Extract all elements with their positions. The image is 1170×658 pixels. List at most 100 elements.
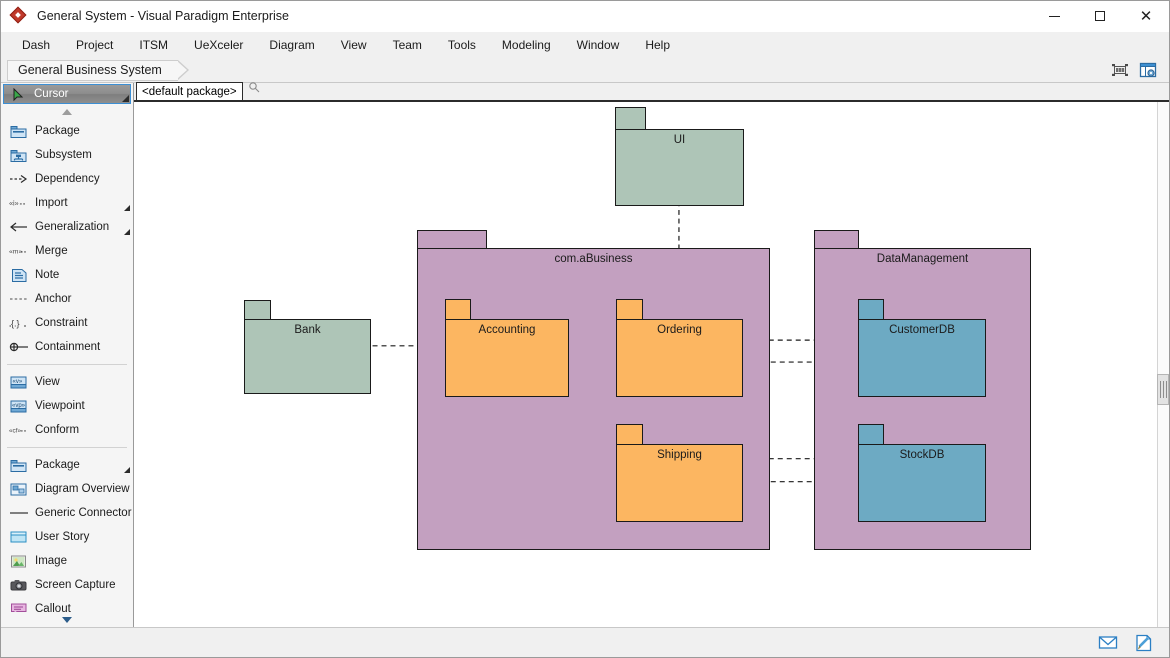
package-bank[interactable]: Bank: [244, 300, 371, 394]
palette-item-screen-capture[interactable]: Screen Capture: [1, 573, 133, 597]
minimize-button[interactable]: [1031, 1, 1077, 32]
palette-item-viewpoint[interactable]: «vp» Viewpoint: [1, 394, 133, 418]
menu-item-window[interactable]: Window: [564, 34, 633, 56]
canvas-vertical-scrollbar[interactable]: [1157, 102, 1169, 627]
package-accounting-label: Accounting: [445, 324, 569, 336]
package-stockdb-label: StockDB: [858, 449, 986, 461]
package-datamanagement-label: DataManagement: [814, 253, 1031, 265]
constraint-icon: {.}: [9, 315, 29, 331]
palette-item-generic-connector[interactable]: Generic Connector: [1, 501, 133, 525]
generic-connector-icon: [9, 505, 29, 521]
menu-item-itsm[interactable]: ITSM: [126, 34, 181, 56]
palette-item-package[interactable]: Package: [1, 119, 133, 143]
palette-item-note[interactable]: Note: [1, 263, 133, 287]
palette-item-image[interactable]: Image: [1, 549, 133, 573]
main-body: Cursor Package: [1, 83, 1169, 627]
palette-item-label: Diagram Overview: [35, 483, 130, 495]
menu-item-tools[interactable]: Tools: [435, 34, 489, 56]
palette-item-label: Conform: [35, 424, 79, 436]
package-ordering[interactable]: Ordering: [616, 299, 743, 397]
palette-separator: [7, 447, 127, 448]
package-stockdb[interactable]: StockDB: [858, 424, 986, 522]
palette-item-view[interactable]: «v» View: [1, 370, 133, 394]
menu-item-help[interactable]: Help: [632, 34, 683, 56]
package-ui[interactable]: UI: [615, 107, 744, 206]
palette-item-callout[interactable]: Callout: [1, 597, 133, 612]
palette-item-label: Package: [35, 459, 80, 471]
package-icon: [9, 457, 29, 473]
palette-item-label: Screen Capture: [35, 579, 116, 591]
palette-item-label: Merge: [35, 245, 68, 257]
breadcrumb-bar: General Business System: [1, 58, 1169, 83]
palette-cursor-tool[interactable]: Cursor: [3, 84, 131, 104]
palette-item-diagram-overview[interactable]: Diagram Overview: [1, 477, 133, 501]
submenu-corner-icon[interactable]: [124, 467, 130, 473]
search-icon[interactable]: [248, 81, 261, 99]
image-icon: [9, 553, 29, 569]
package-customerdb[interactable]: CustomerDB: [858, 299, 986, 397]
canvas-resize-handle[interactable]: [1157, 374, 1169, 405]
annotation-icon[interactable]: [1133, 633, 1155, 653]
package-com-abusiness-label: com.aBusiness: [417, 253, 770, 265]
palette-item-containment[interactable]: Containment: [1, 335, 133, 359]
title-bar: General System - Visual Paradigm Enterpr…: [1, 1, 1169, 32]
palette-item-user-story[interactable]: User Story: [1, 525, 133, 549]
palette-item-label: Callout: [35, 603, 71, 612]
menu-item-diagram[interactable]: Diagram: [256, 34, 327, 56]
svg-text:«m»: «m»: [9, 249, 22, 256]
palette-item-merge[interactable]: «m» Merge: [1, 239, 133, 263]
screen-capture-icon: [9, 577, 29, 593]
svg-text:«i»: «i»: [9, 199, 19, 208]
palette-item-dependency[interactable]: Dependency: [1, 167, 133, 191]
submenu-corner-icon[interactable]: [122, 95, 129, 102]
view-icon: «v»: [9, 374, 29, 390]
message-icon[interactable]: [1097, 633, 1119, 653]
close-button[interactable]: ✕: [1123, 1, 1169, 32]
containment-icon: [9, 339, 29, 355]
palette-scroll-up-button[interactable]: [1, 104, 133, 119]
palette-item-import[interactable]: «i» Import: [1, 191, 133, 215]
uml-package-diagram[interactable]: UI com.aBusiness DataManagement: [134, 101, 1169, 627]
fit-to-screen-icon[interactable]: [1109, 59, 1131, 81]
palette-item-package-2[interactable]: Package: [1, 453, 133, 477]
menu-item-dash[interactable]: Dash: [9, 34, 63, 56]
palette-item-constraint[interactable]: {.} Constraint: [1, 311, 133, 335]
menu-item-team[interactable]: Team: [380, 34, 435, 56]
application-window: General System - Visual Paradigm Enterpr…: [0, 0, 1170, 658]
conform-icon: «cf»: [9, 422, 29, 438]
package-ordering-label: Ordering: [616, 324, 743, 336]
subsystem-icon: [9, 147, 29, 163]
palette-item-subsystem[interactable]: Subsystem: [1, 143, 133, 167]
breadcrumb-project[interactable]: General Business System: [7, 60, 178, 81]
palette-item-anchor[interactable]: Anchor: [1, 287, 133, 311]
menu-item-view[interactable]: View: [328, 34, 380, 56]
svg-text:«v»: «v»: [13, 379, 23, 385]
maximize-button[interactable]: [1077, 1, 1123, 32]
open-specification-icon[interactable]: [1137, 59, 1159, 81]
palette-item-conform[interactable]: «cf» Conform: [1, 418, 133, 442]
default-package-tab[interactable]: <default package>: [136, 82, 243, 100]
visual-paradigm-diamond-icon: [10, 7, 28, 25]
svg-text:«cf»: «cf»: [9, 428, 21, 435]
package-shipping[interactable]: Shipping: [616, 424, 743, 522]
submenu-corner-icon[interactable]: [124, 205, 130, 211]
diagram-palette: Cursor Package: [1, 83, 134, 627]
palette-item-label: Note: [35, 269, 59, 281]
menu-item-uexceler[interactable]: UeXceler: [181, 34, 256, 56]
status-bar: [1, 627, 1169, 657]
package-accounting[interactable]: Accounting: [445, 299, 569, 397]
submenu-corner-icon[interactable]: [124, 229, 130, 235]
svg-text:«vp»: «vp»: [12, 403, 26, 409]
menu-item-modeling[interactable]: Modeling: [489, 34, 564, 56]
menu-bar: Dash Project ITSM UeXceler Diagram View …: [1, 32, 1169, 58]
palette-item-label: Viewpoint: [35, 400, 85, 412]
palette-item-label: Dependency: [35, 173, 100, 185]
palette-item-generalization[interactable]: Generalization: [1, 215, 133, 239]
palette-item-label: Generalization: [35, 221, 109, 233]
palette-item-label: Generic Connector: [35, 507, 132, 519]
menu-item-project[interactable]: Project: [63, 34, 126, 56]
palette-scroll-down-button[interactable]: [1, 612, 133, 627]
palette-cursor-label: Cursor: [34, 88, 69, 100]
user-story-icon: [9, 529, 29, 545]
merge-icon: «m»: [9, 243, 29, 259]
